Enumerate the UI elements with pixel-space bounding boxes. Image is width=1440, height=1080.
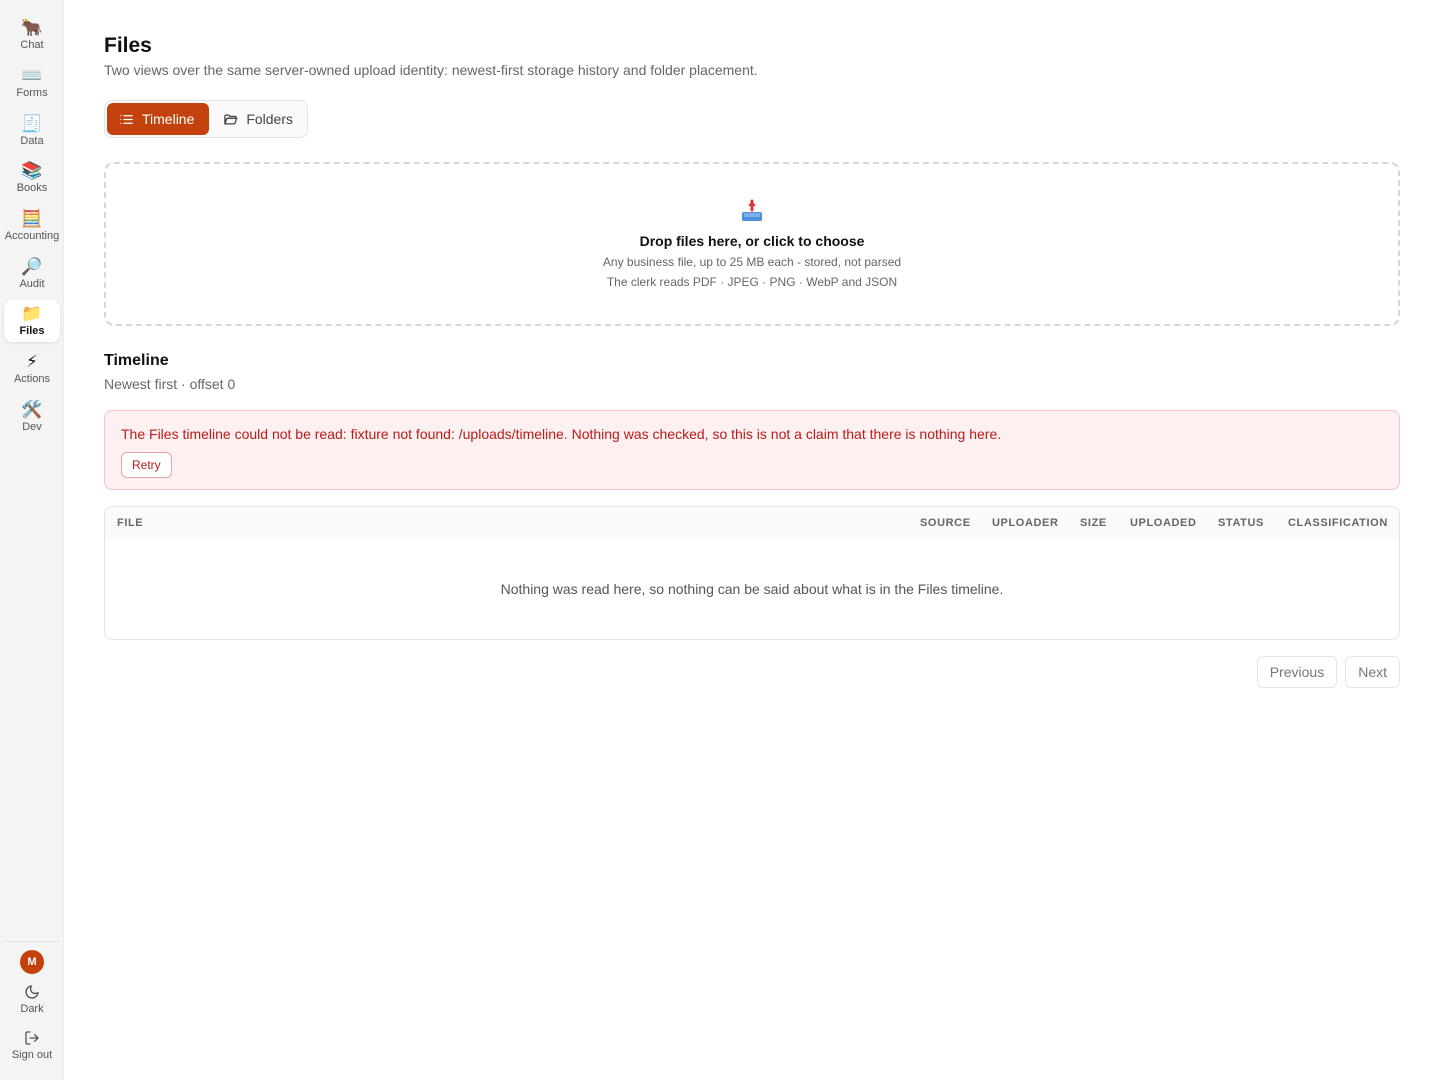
list-icon	[120, 114, 133, 124]
pagination: Previous Next	[1256, 656, 1400, 688]
ox-icon: 🐂	[21, 18, 43, 37]
table-empty-message: Nothing was read here, so nothing can be…	[500, 581, 1004, 597]
sidebar-item-label: Data	[20, 135, 44, 147]
sidebar-item-forms[interactable]: ⌨️ Forms	[4, 62, 60, 104]
tab-folders-label: Folders	[246, 111, 293, 127]
dropzone-title: Drop files here, or click to choose	[639, 233, 865, 249]
lightning-icon: ⚡	[26, 352, 38, 371]
sidebar-item-label: Dev	[22, 421, 42, 433]
sidebar-item-data[interactable]: 🧾 Data	[4, 110, 60, 152]
column-header-size[interactable]: SIZE	[1080, 517, 1107, 529]
sidebar-item-audit[interactable]: 🔎 Audit	[4, 253, 60, 295]
sidebar-item-dev[interactable]: 🛠️ Dev	[4, 396, 60, 438]
sidebar: 🐂 Chat ⌨️ Forms 🧾 Data 📚 Books 🧮 Account…	[0, 0, 64, 1080]
page-subtitle: Two views over the same server-owned upl…	[104, 62, 758, 78]
sign-out-icon	[25, 1031, 39, 1045]
folder-open-icon	[224, 114, 238, 124]
inbox-tray-icon	[742, 199, 762, 221]
column-header-uploaded[interactable]: UPLOADED	[1130, 517, 1197, 529]
sidebar-item-chat[interactable]: 🐂 Chat	[4, 14, 60, 56]
folder-icon: 📁	[21, 304, 43, 323]
section-subtitle: Newest first · offset 0	[104, 376, 236, 392]
theme-toggle-label: Dark	[20, 1003, 44, 1015]
sidebar-item-accounting[interactable]: 🧮 Accounting	[4, 205, 60, 247]
sidebar-item-label: Chat	[20, 39, 44, 51]
sidebar-item-books[interactable]: 📚 Books	[4, 157, 60, 199]
column-header-file[interactable]: FILE	[117, 517, 143, 529]
column-header-status[interactable]: STATUS	[1218, 517, 1264, 529]
sidebar-item-files[interactable]: 📁 Files	[4, 300, 60, 342]
file-dropzone[interactable]: Drop files here, or click to choose Any …	[104, 162, 1400, 326]
sidebar-item-label: Audit	[19, 278, 45, 290]
files-table: FILE SOURCE UPLOADER SIZE UPLOADED STATU…	[104, 506, 1400, 640]
column-header-classification[interactable]: CLASSIFICATION	[1288, 517, 1388, 529]
tab-timeline-label: Timeline	[142, 111, 195, 127]
sidebar-item-actions[interactable]: ⚡ Actions	[4, 348, 60, 390]
receipt-icon: 🧾	[21, 114, 43, 133]
page-title: Files	[104, 34, 152, 57]
books-icon: 📚	[21, 161, 43, 180]
main-content: Files Two views over the same server-own…	[104, 0, 1400, 1080]
column-header-uploader[interactable]: UPLOADER	[992, 517, 1059, 529]
error-alert: The Files timeline could not be read: fi…	[104, 410, 1400, 490]
tab-timeline[interactable]: Timeline	[107, 103, 210, 135]
tools-icon: 🛠️	[21, 400, 43, 419]
magnifier-icon: 🔎	[21, 257, 43, 276]
dropzone-formats-text: The clerk reads PDF · JPEG · PNG · WebP …	[606, 275, 898, 289]
next-page-button[interactable]: Next	[1345, 656, 1400, 688]
sidebar-item-label: Accounting	[4, 230, 60, 242]
view-toggle: Timeline Folders	[104, 100, 308, 138]
moon-icon	[25, 985, 39, 999]
retry-button[interactable]: Retry	[121, 452, 172, 478]
sign-out-label: Sign out	[11, 1049, 53, 1061]
error-message: The Files timeline could not be read: fi…	[121, 426, 1002, 442]
avatar[interactable]: M	[20, 950, 44, 974]
sidebar-item-label: Forms	[16, 87, 48, 99]
abacus-icon: 🧮	[21, 209, 43, 228]
sign-out-button[interactable]: Sign out	[4, 1030, 60, 1062]
table-header: FILE SOURCE UPLOADER SIZE UPLOADED STATU…	[105, 507, 1399, 539]
column-header-source[interactable]: SOURCE	[920, 517, 971, 529]
previous-page-button[interactable]: Previous	[1256, 656, 1338, 688]
sidebar-item-label: Books	[16, 182, 48, 194]
sidebar-item-label: Actions	[13, 373, 51, 385]
tab-folders[interactable]: Folders	[211, 103, 305, 135]
section-title: Timeline	[104, 352, 169, 369]
sidebar-divider	[4, 941, 60, 942]
dropzone-limits-text: Any business file, up to 25 MB each - st…	[602, 255, 902, 269]
keyboard-icon: ⌨️	[21, 66, 43, 85]
sidebar-item-label: Files	[19, 325, 45, 337]
theme-toggle-button[interactable]: Dark	[4, 984, 60, 1016]
